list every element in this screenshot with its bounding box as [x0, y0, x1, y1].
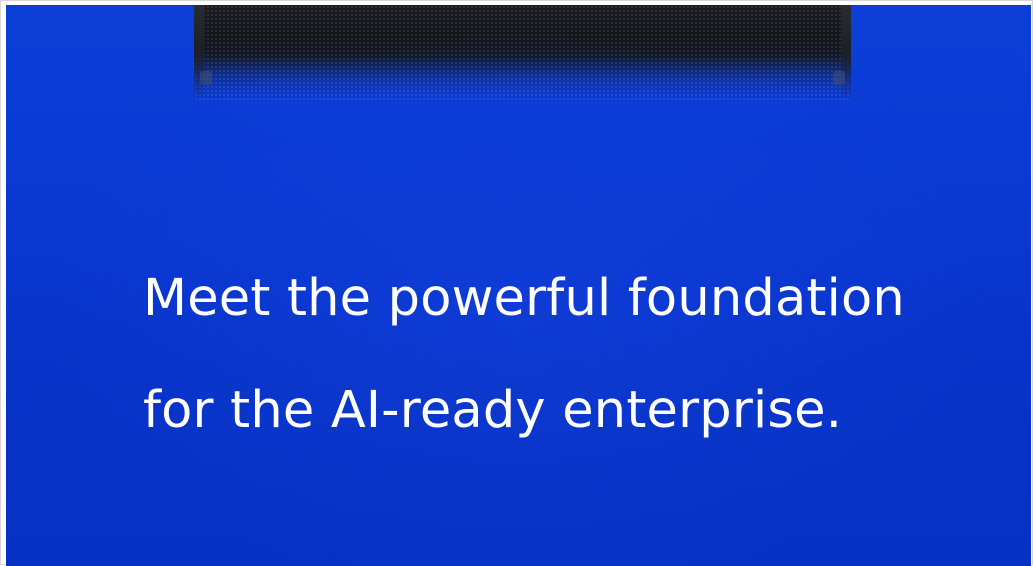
headline-line-1: Meet the powerful foundation — [143, 269, 905, 328]
server-tab-left — [200, 71, 212, 85]
banner-headline: Meet the powerful foundation for the AI-… — [143, 243, 983, 467]
server-hardware-image — [194, 5, 851, 100]
promo-banner[interactable]: Meet the powerful foundation for the AI-… — [6, 5, 1031, 566]
server-tab-right — [833, 71, 845, 85]
server-rail-left — [194, 5, 204, 100]
server-rail-right — [841, 5, 851, 100]
page-frame: Meet the powerful foundation for the AI-… — [0, 0, 1033, 566]
headline-line-2: for the AI-ready enterprise. — [143, 381, 843, 440]
